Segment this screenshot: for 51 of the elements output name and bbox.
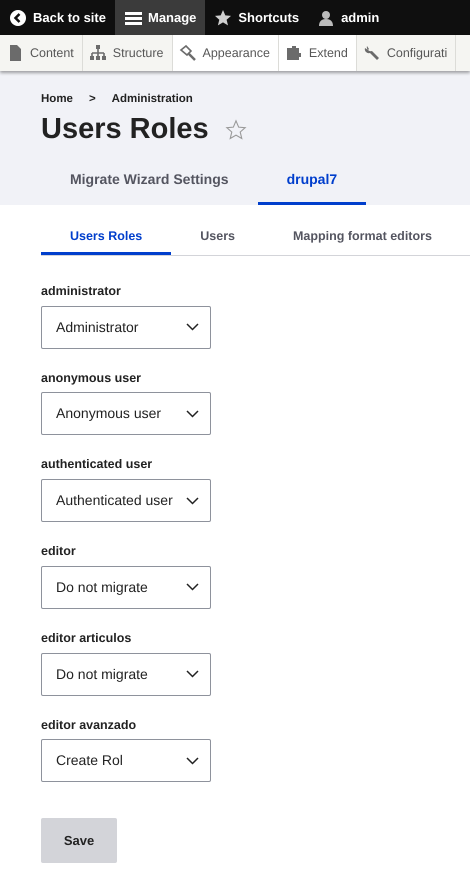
secondary-tab[interactable]: Mapping format editors — [264, 221, 461, 255]
select-value: Do not migrate — [56, 664, 148, 684]
tray-link[interactable]: Structure — [82, 35, 172, 71]
chevron-icon — [186, 583, 199, 592]
secondary-tab[interactable]: Users Roles — [41, 221, 172, 255]
field-label: anonymous user — [41, 370, 142, 387]
breadcrumb-separator: > — [88, 92, 96, 107]
field-label: authenticated user — [41, 456, 154, 474]
field-label: editor — [41, 543, 77, 560]
primary-tab[interactable]: Migrate Wizard Settings — [41, 163, 258, 206]
brush-icon — [178, 44, 196, 62]
tray-link[interactable]: Configurati — [356, 35, 456, 71]
select-value: Anonymous user — [56, 404, 162, 424]
puzzle-icon — [284, 44, 303, 62]
role-select[interactable]: Do not migrate — [41, 566, 211, 609]
toolbar-link[interactable]: Manage — [114, 0, 206, 35]
select-value: Administrator — [56, 318, 138, 337]
role-select[interactable]: Anonymous user — [41, 392, 211, 436]
role-select[interactable]: Do not migrate — [41, 652, 211, 696]
role-select[interactable]: Authenticated user — [41, 479, 211, 522]
role-select[interactable]: Create Rol — [41, 739, 211, 782]
field-label: administrator — [41, 282, 122, 300]
breadcrumb-link[interactable]: Administration — [112, 91, 193, 108]
tray-link[interactable]: Content — [0, 35, 83, 71]
page-title: Users Roles — [41, 112, 209, 148]
save-button[interactable]: Save — [41, 818, 117, 864]
breadcrumb-link[interactable]: Home — [41, 91, 73, 108]
chevron-icon — [186, 670, 199, 678]
back-icon — [9, 8, 27, 26]
role-select[interactable]: Administrator — [41, 306, 211, 349]
wrench-icon — [362, 44, 381, 62]
user-icon — [317, 8, 336, 26]
select-value: Do not migrate — [56, 578, 148, 597]
chevron-icon — [186, 410, 199, 418]
chevron-icon — [186, 323, 199, 332]
star-icon — [214, 8, 232, 26]
select-value: Authenticated user — [56, 491, 173, 510]
chevron-icon — [186, 496, 199, 505]
primary-tab[interactable]: drupal7 — [258, 163, 366, 206]
field-label: editor avanzado — [41, 716, 138, 734]
tray-link[interactable]: Extend — [278, 35, 357, 71]
secondary-tab[interactable]: Users — [171, 221, 264, 255]
tray-link[interactable]: Appearance — [172, 35, 279, 71]
toolbar-link[interactable]: admin — [308, 0, 388, 35]
hierarchy-icon — [88, 44, 107, 62]
toolbar-link[interactable]: Shortcuts — [205, 0, 308, 35]
star-icon[interactable] — [224, 118, 247, 141]
chevron-icon — [186, 756, 199, 765]
select-value: Create Rol — [56, 751, 123, 770]
field-label: editor articulos — [41, 630, 132, 647]
toolbar-link[interactable]: Back to site — [0, 0, 115, 35]
